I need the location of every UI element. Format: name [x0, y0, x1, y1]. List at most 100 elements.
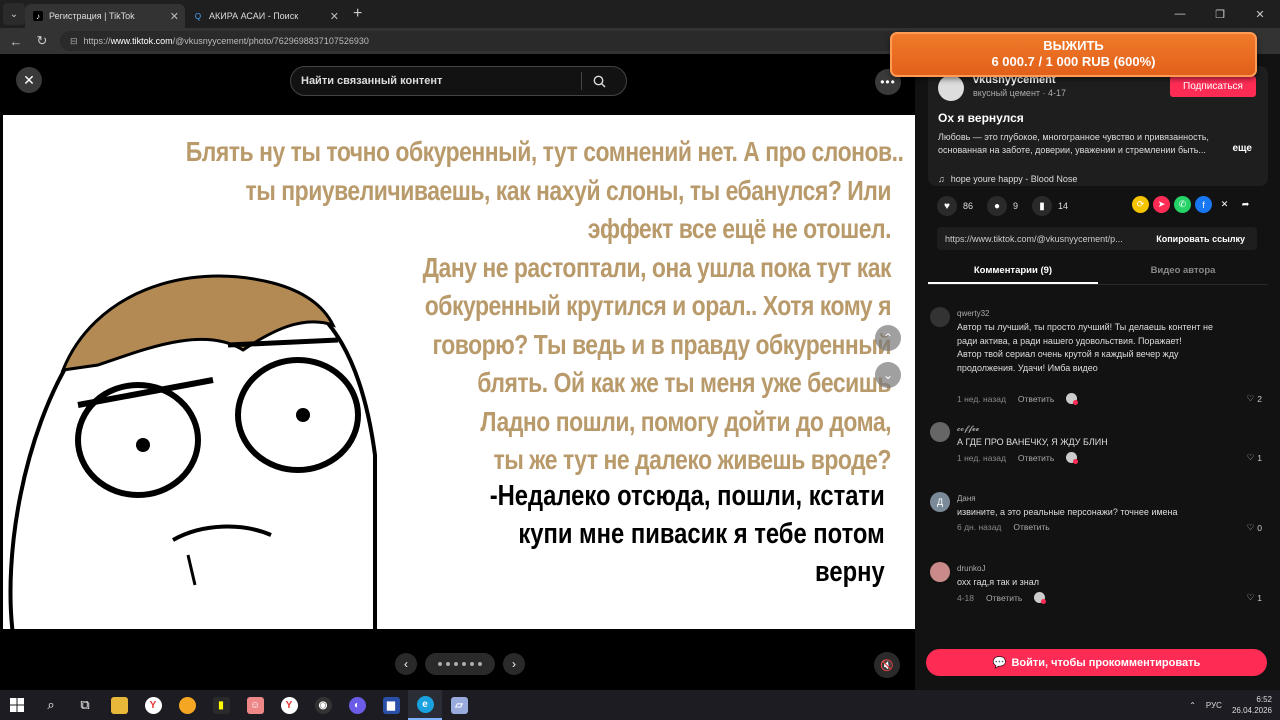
- share-arrow-icon[interactable]: ➦: [1237, 196, 1254, 213]
- language-indicator[interactable]: РУС: [1206, 701, 1222, 710]
- reload-icon[interactable]: ↻: [32, 33, 52, 49]
- close-tab-icon[interactable]: ✕: [330, 10, 339, 23]
- app-icon-3[interactable]: ☺: [238, 690, 272, 720]
- comment-action[interactable]: ● 9: [987, 196, 1018, 216]
- commenter-avatar[interactable]: [930, 422, 950, 442]
- login-to-comment-label: Войти, чтобы прокомментировать: [1011, 656, 1201, 669]
- close-tab-icon[interactable]: ✕: [170, 10, 179, 23]
- minimize-icon[interactable]: —: [1160, 0, 1200, 28]
- yandex-icon[interactable]: Y: [272, 690, 306, 720]
- app-icon-1[interactable]: [170, 690, 204, 720]
- commenter-name[interactable]: drunkoJ: [957, 564, 985, 573]
- follow-button[interactable]: Подписаться: [1170, 76, 1256, 97]
- tray-expand-icon[interactable]: ⌃: [1189, 701, 1196, 710]
- login-to-comment-button[interactable]: 💬 Войти, чтобы прокомментировать: [926, 649, 1267, 676]
- carousel-dot[interactable]: [462, 662, 466, 666]
- promo-title: ВЫЖИТЬ: [1043, 38, 1104, 53]
- windows-start-icon[interactable]: [0, 690, 34, 720]
- commenter-name[interactable]: qwerty32: [957, 309, 989, 318]
- send-icon[interactable]: ➤: [1153, 196, 1170, 213]
- meme-line: говорю? Ты ведь и в правду обкуренный: [432, 328, 891, 360]
- donation-goal-banner: ВЫЖИТЬ 6 000.7 / 1 000 RUB (600%): [890, 32, 1257, 77]
- yandex-browser-icon[interactable]: Y: [136, 690, 170, 720]
- tab-tiktok[interactable]: ♪ Регистрация | TikTok ✕: [25, 4, 185, 28]
- meme-reply-line: купи мне пивасик я тебе потом: [518, 518, 885, 550]
- commenter-avatar[interactable]: [930, 562, 950, 582]
- comment-like[interactable]: ♡ 0: [1247, 522, 1262, 533]
- previous-photo-button[interactable]: ‹: [395, 653, 417, 675]
- heart-outline-icon[interactable]: ♡: [1247, 393, 1255, 404]
- url-field[interactable]: ⊟ https:// www.tiktok.com /@vkusnyycemen…: [60, 31, 920, 51]
- next-photo-button[interactable]: ›: [503, 653, 525, 675]
- music-info[interactable]: ♫ hope youre happy - Blood Nose: [938, 174, 1077, 184]
- edge-browser-icon[interactable]: e: [408, 690, 442, 720]
- heart-outline-icon[interactable]: ♡: [1247, 522, 1255, 533]
- tab-author-videos[interactable]: Видео автора: [1098, 259, 1268, 284]
- bookmark-icon[interactable]: ▮: [1032, 196, 1053, 216]
- heart-icon[interactable]: ♥: [937, 196, 957, 216]
- carousel-dot[interactable]: [438, 662, 442, 666]
- comment-meta: 1 нед. назад Ответить: [957, 393, 1079, 405]
- window-controls: — ❐ ✕: [1160, 0, 1280, 28]
- commenter-name[interactable]: Даня: [957, 494, 976, 503]
- search-icon[interactable]: ⌕: [34, 690, 68, 720]
- close-window-icon[interactable]: ✕: [1240, 0, 1280, 28]
- app-icon-5[interactable]: ◐: [340, 690, 374, 720]
- new-tab-icon[interactable]: +: [353, 5, 362, 23]
- commenter-avatar[interactable]: Д: [930, 492, 950, 512]
- comment-like[interactable]: ♡ 1: [1247, 592, 1262, 603]
- comment-meta: 6 дн. назад Ответить: [957, 522, 1050, 532]
- next-post-button[interactable]: ⌄: [875, 362, 901, 388]
- post-link[interactable]: https://www.tiktok.com/@vkusnyycement/p.…: [937, 234, 1144, 244]
- comment-like[interactable]: ♡ 1: [1247, 452, 1262, 463]
- maximize-icon[interactable]: ❐: [1200, 0, 1240, 28]
- app-icon-2[interactable]: ▮: [204, 690, 238, 720]
- related-search-input[interactable]: [301, 75, 581, 87]
- whatsapp-icon[interactable]: ✆: [1174, 196, 1191, 213]
- facebook-icon[interactable]: f: [1195, 196, 1212, 213]
- reply-button[interactable]: Ответить: [1013, 522, 1049, 532]
- comment-like-count: 1: [1257, 452, 1262, 463]
- reply-button[interactable]: Ответить: [1018, 394, 1054, 404]
- comment-icon[interactable]: ●: [987, 196, 1008, 216]
- copy-link-button[interactable]: Копировать ссылку: [1144, 234, 1257, 244]
- author-avatar[interactable]: [938, 75, 964, 101]
- stats-app-icon[interactable]: ▆: [374, 690, 408, 720]
- save-action[interactable]: ▮ 14: [1032, 196, 1068, 216]
- reply-button[interactable]: Ответить: [986, 593, 1022, 603]
- tab-search[interactable]: Q АКИРА АСАИ - Поиск ✕: [185, 4, 345, 28]
- back-icon[interactable]: ←: [6, 34, 26, 49]
- post-side-panel: vkusnyycement вкусный цемент · 4-17 Подп…: [915, 54, 1280, 690]
- search-icon[interactable]: [582, 75, 616, 88]
- close-viewer-button[interactable]: ✕: [16, 67, 42, 93]
- photo-carousel-controls: ‹ ›: [395, 653, 525, 675]
- meme-line: обкуренный крутился и орал.. Хотя кому я: [424, 290, 892, 321]
- tab-actions-menu-button[interactable]: ⌄: [3, 3, 25, 25]
- author-card: vkusnyycement вкусный цемент · 4-17 Подп…: [928, 66, 1268, 186]
- meme-line: блять. Ой как же ты меня уже бесишь: [477, 367, 891, 398]
- task-view-icon[interactable]: ⧉: [68, 690, 102, 720]
- heart-outline-icon[interactable]: ♡: [1247, 592, 1255, 603]
- commenter-name[interactable]: 𝓬𝓸𝓯𝓯𝓮𝓮: [957, 424, 979, 434]
- repost-icon[interactable]: ⟳: [1132, 196, 1149, 213]
- comment-time: 1 нед. назад: [957, 452, 1006, 463]
- previous-post-button[interactable]: ⌃: [875, 325, 901, 351]
- x-icon[interactable]: ✕: [1216, 196, 1233, 213]
- show-more-link[interactable]: еще: [1232, 143, 1252, 154]
- commenter-avatar[interactable]: [930, 307, 950, 327]
- tab-comments[interactable]: Комментарии (9): [928, 259, 1098, 284]
- file-explorer-icon[interactable]: [102, 690, 136, 720]
- heart-outline-icon[interactable]: ♡: [1247, 452, 1255, 463]
- carousel-dot[interactable]: [470, 662, 474, 666]
- site-info-icon[interactable]: ⊟: [70, 36, 78, 47]
- app-icon-4[interactable]: ◉: [306, 690, 340, 720]
- mute-icon[interactable]: 🔇: [874, 652, 900, 678]
- reply-button[interactable]: Ответить: [1018, 453, 1054, 463]
- carousel-dot[interactable]: [478, 662, 482, 666]
- comment-like[interactable]: ♡ 2: [1247, 393, 1262, 404]
- carousel-dot[interactable]: [446, 662, 450, 666]
- clock[interactable]: 6:52 26.04.2026: [1232, 694, 1272, 716]
- like-action[interactable]: ♥ 86: [937, 196, 973, 216]
- app-icon-6[interactable]: ▱: [442, 690, 476, 720]
- carousel-dot[interactable]: [454, 662, 458, 666]
